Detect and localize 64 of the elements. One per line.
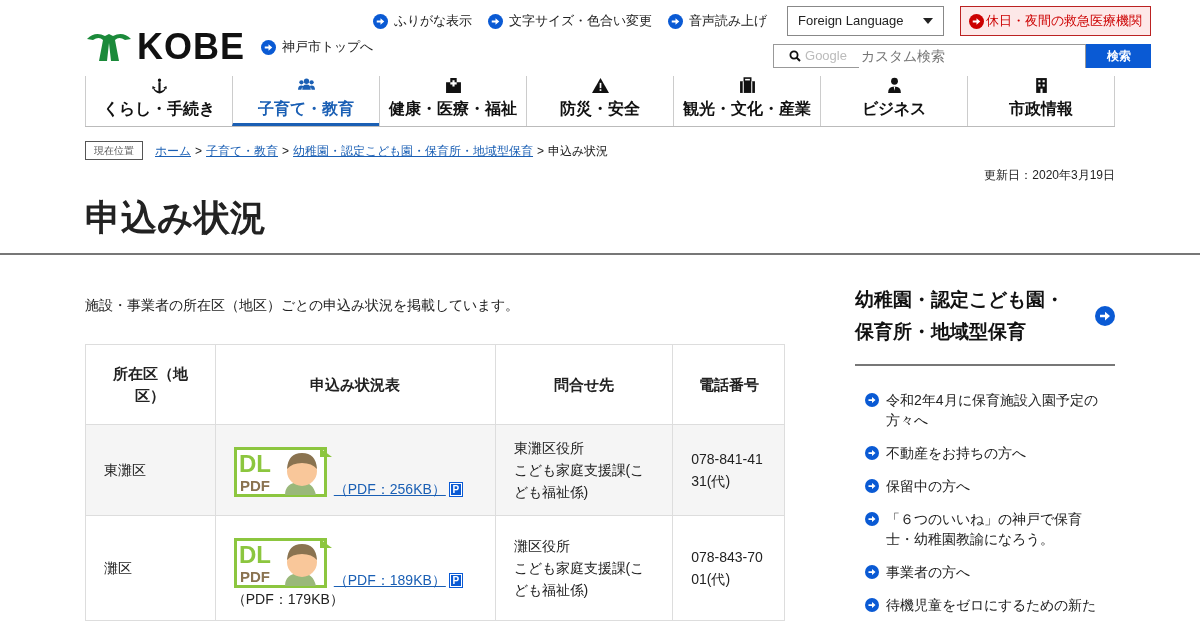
pdf-file-icon: P xyxy=(448,573,463,588)
nav-tab[interactable]: 観光・文化・産業 xyxy=(673,76,820,126)
caret-icon xyxy=(923,18,933,24)
phone-number: 078-843-7001(代) xyxy=(691,548,764,589)
language-select[interactable]: Foreign Language xyxy=(787,6,944,36)
arrow-icon xyxy=(865,446,879,460)
contact-section: こども家庭支援課(こども福祉係) xyxy=(513,557,655,601)
utility-link[interactable]: 音声読み上げ xyxy=(668,11,767,31)
logo-text: KOBE xyxy=(137,29,245,65)
breadcrumb-separator: > xyxy=(195,142,202,160)
location-label: 現在位置 xyxy=(85,141,143,160)
sidebar-link[interactable]: 不動産をお持ちの方へ xyxy=(865,443,1107,463)
hospital-icon xyxy=(444,77,462,94)
search-icon xyxy=(789,50,801,62)
suitcase-icon xyxy=(738,77,756,94)
arrow-icon xyxy=(865,479,879,493)
arrow-icon xyxy=(865,598,879,612)
search-button[interactable]: 検索 xyxy=(1086,44,1151,68)
file-size-note: （PDF：179KB） xyxy=(231,590,345,609)
breadcrumb-current: 申込み状況 xyxy=(548,142,609,160)
breadcrumb-link[interactable]: 子育て・教育 xyxy=(206,141,278,160)
anchor-icon xyxy=(150,77,168,94)
column-header: 電話番号 xyxy=(672,344,785,425)
nav-tab[interactable]: くらし・手続き xyxy=(85,76,232,126)
utility-link[interactable]: ふりがな表示 xyxy=(373,11,472,31)
contact-office: 灘区役所 xyxy=(513,537,571,556)
top-page-link[interactable]: 神戸市トップへ xyxy=(261,37,373,57)
sidebar-link[interactable]: 保留中の方へ xyxy=(865,476,1107,496)
contact-section: こども家庭支援課(こども福祉係) xyxy=(513,459,655,503)
sidebar-link[interactable]: 令和2年4月に保育施設入園予定の方々へ xyxy=(865,390,1107,430)
nav-tab[interactable]: 健康・医療・福祉 xyxy=(379,76,526,126)
updated-date: 更新日：2020年3月19日 xyxy=(984,168,1115,182)
arrow-icon xyxy=(865,393,879,407)
warning-icon xyxy=(591,77,609,94)
pdf-link[interactable]: （PDF：189KB） xyxy=(333,572,446,588)
emergency-button[interactable]: 休日・夜間の救急医療機関 xyxy=(960,6,1151,36)
pdf-link[interactable]: （PDF：256KB） xyxy=(333,481,446,497)
breadcrumb-separator: > xyxy=(537,142,545,160)
column-header: 所在区（地区） xyxy=(85,344,216,425)
sidebar-link[interactable]: 事業者の方へ xyxy=(865,562,1107,582)
logo-mark-icon xyxy=(85,31,133,63)
district-name: 東灘区 xyxy=(104,462,146,478)
intro-text: 施設・事業者の所在区（地区）ごとの申込み状況を掲載しています。 xyxy=(85,296,520,315)
nav-tab[interactable]: 防災・安全 xyxy=(526,76,673,126)
page-title: 申込み状況 xyxy=(85,200,267,236)
nav-tab[interactable]: 子育て・教育 xyxy=(232,76,379,126)
breadcrumb-link[interactable]: 幼稚園・認定こども園・保育所・地域型保育 xyxy=(293,141,534,160)
arrow-icon xyxy=(865,565,879,579)
district-name: 灘区 xyxy=(104,560,132,576)
utility-link[interactable]: 文字サイズ・色合い変更 xyxy=(488,11,652,31)
nav-tab[interactable]: ビジネス xyxy=(820,76,967,126)
breadcrumb-link[interactable]: ホーム xyxy=(155,141,191,160)
arrow-icon xyxy=(865,512,879,526)
contact-office: 東灘区役所 xyxy=(513,439,585,458)
person-icon xyxy=(885,77,903,94)
sidebar-link[interactable]: 「６つのいいね」の神戸で保育士・幼稚園教諭になろう。 xyxy=(865,509,1107,549)
breadcrumb-separator: > xyxy=(282,142,290,160)
column-header: 問合せ先 xyxy=(495,344,673,425)
sidebar-link[interactable]: 待機児童をゼロにするための新た xyxy=(865,595,1107,615)
phone-number: 078-841-4131(代) xyxy=(691,450,764,491)
sidebar-heading-link[interactable]: 幼稚園・認定こども園・保育所・地域型保育 xyxy=(855,284,1115,366)
pdf-file-icon: P xyxy=(448,482,463,497)
nav-tab[interactable]: 市政情報 xyxy=(967,76,1115,126)
column-header: 申込み状況表 xyxy=(215,344,496,425)
